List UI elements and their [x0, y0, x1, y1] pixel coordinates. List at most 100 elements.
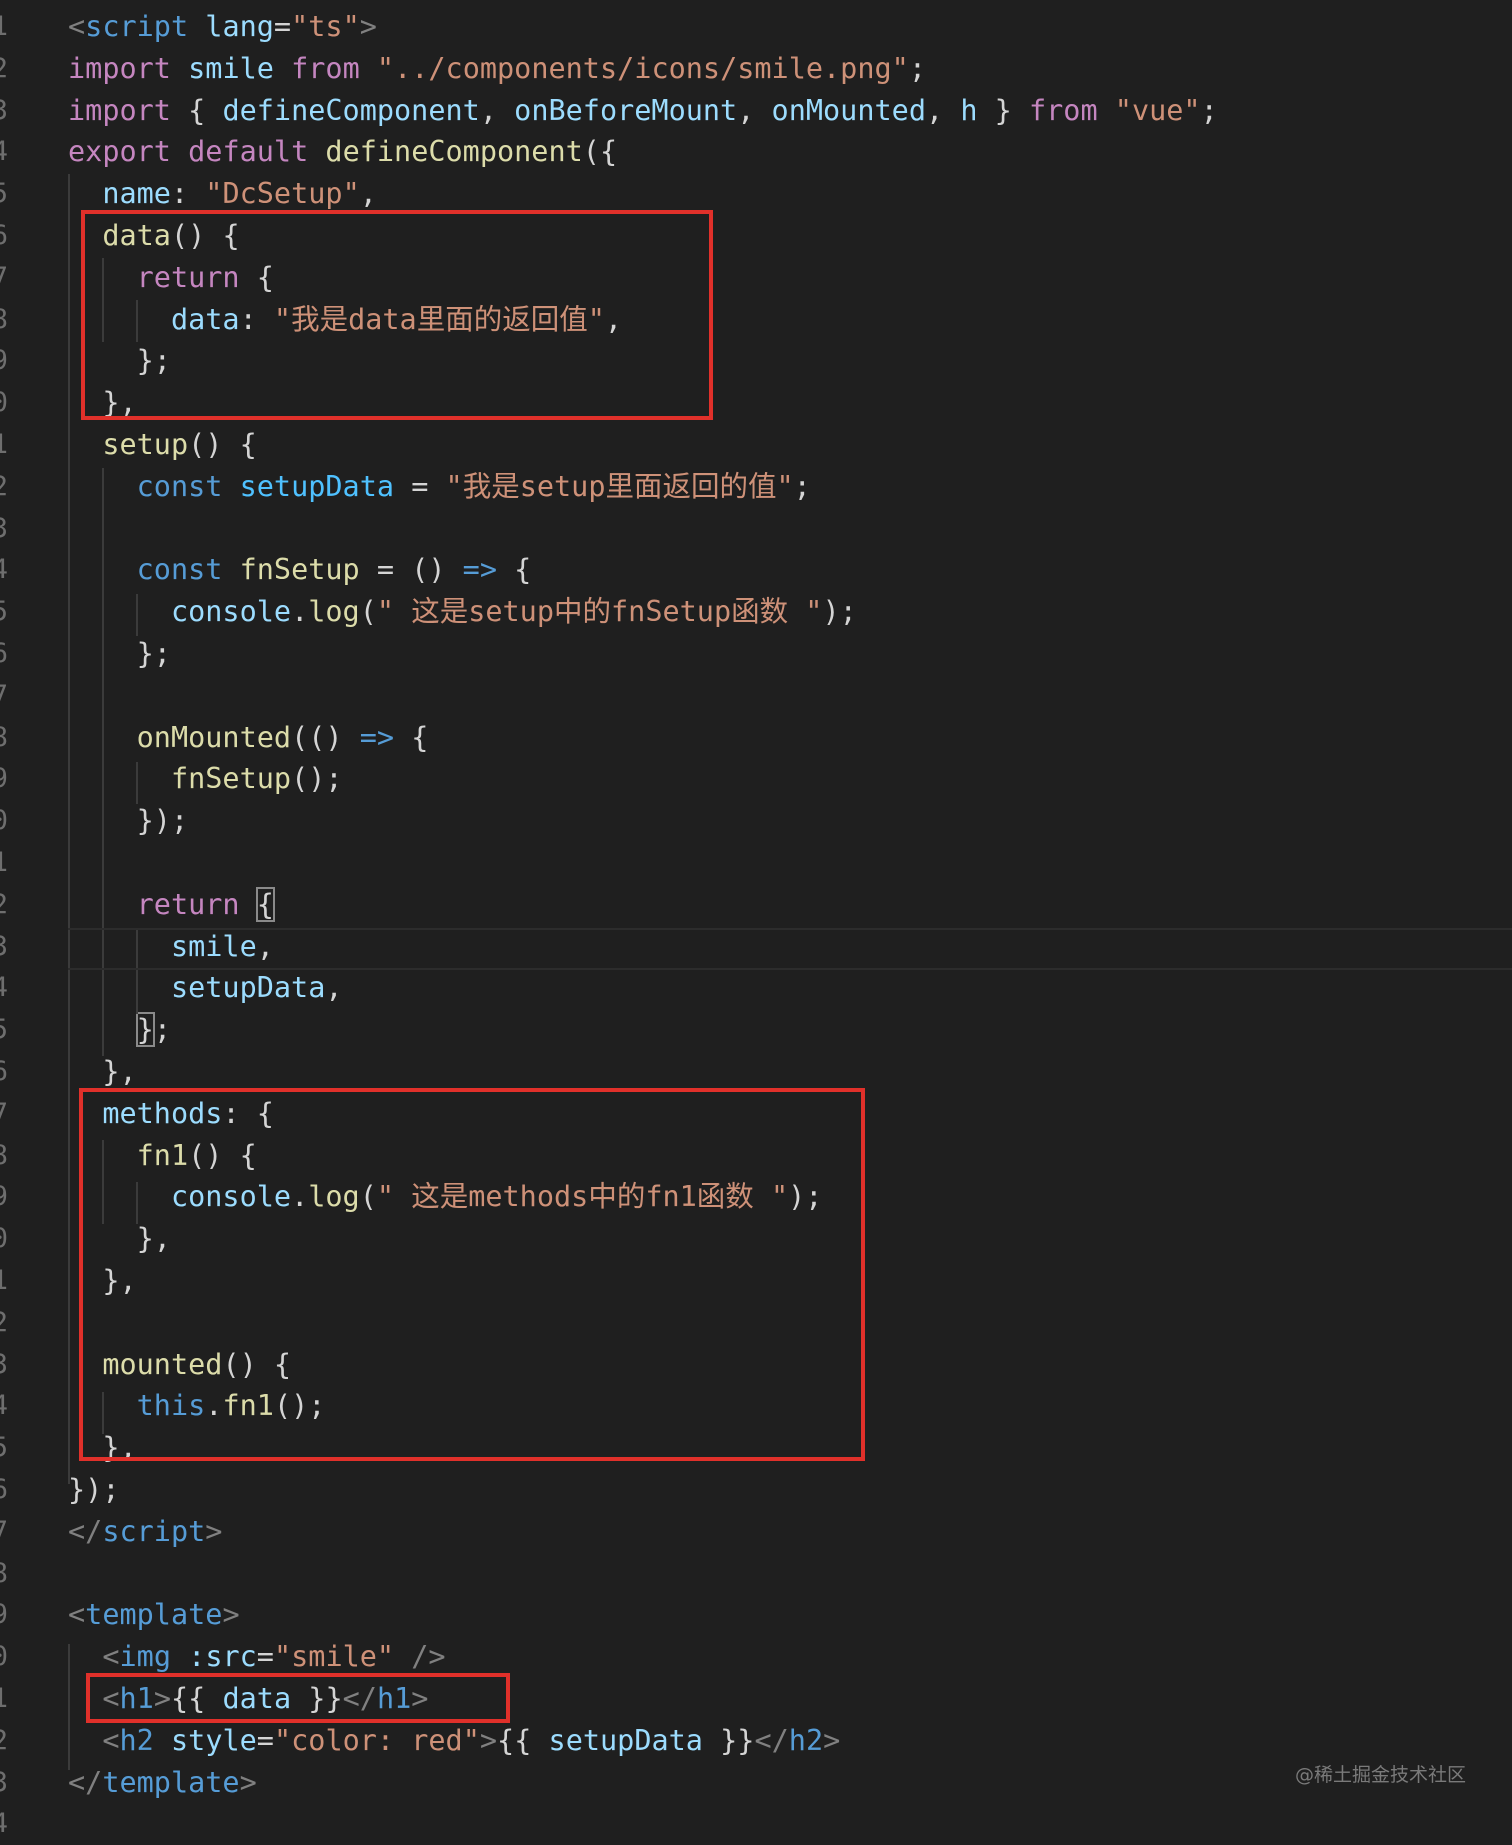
code-token: import [68, 93, 171, 127]
code-token: (() [291, 720, 360, 754]
code-editor[interactable]: 1234567890123456789012345678901234567890… [0, 0, 1512, 1839]
code-token: from [1028, 93, 1098, 127]
code-token: = [394, 469, 446, 503]
code-token: </ [754, 1723, 789, 1757]
code-token: > [222, 1598, 240, 1632]
code-line[interactable]: setupData, [68, 967, 343, 1009]
code-line[interactable]: <template> [68, 1594, 240, 1636]
code-token: setupData [239, 469, 395, 503]
line-number: 6 [0, 1469, 8, 1511]
line-number: 6 [0, 215, 8, 257]
line-number: 3 [0, 508, 8, 550]
code-line[interactable]: </template> [68, 1762, 257, 1804]
code-token: onMounted [136, 720, 292, 754]
code-token: "vue" [1114, 93, 1201, 127]
code-line[interactable]: onMounted(() => { [68, 717, 429, 759]
code-token: }); [68, 1473, 120, 1506]
code-token: , [737, 93, 772, 127]
code-token: fnSetup [170, 762, 292, 796]
code-token: { [497, 553, 532, 587]
line-number: 3 [0, 1344, 8, 1386]
code-token: < [68, 1598, 86, 1632]
code-token: = [256, 1723, 274, 1757]
code-line[interactable]: </script> [68, 1511, 222, 1553]
highlight-box-methods [79, 1088, 865, 1461]
code-line[interactable]: }; [68, 1009, 171, 1051]
code-token: defineComponent [222, 93, 480, 127]
line-number: 2 [0, 1720, 8, 1762]
code-token: "DcSetup" [205, 177, 360, 211]
line-number: 6 [0, 633, 8, 675]
code-token: { [170, 93, 223, 127]
code-line[interactable]: <img :src="smile" /> [68, 1636, 445, 1678]
line-number: 2 [0, 1302, 8, 1344]
line-number: 3 [0, 926, 8, 968]
code-token: template [85, 1598, 223, 1632]
code-line[interactable]: import { defineComponent, onBeforeMount,… [68, 90, 1218, 132]
code-token: > [205, 1514, 223, 1548]
code-token: :src [188, 1640, 257, 1674]
code-token: (); [291, 762, 343, 796]
code-line[interactable]: }, [68, 1051, 136, 1093]
code-token: ; [908, 51, 926, 85]
code-token: log [308, 595, 360, 629]
code-token: < [102, 1640, 120, 1674]
code-token: => [462, 553, 497, 587]
code-line[interactable]: }); [68, 800, 188, 842]
code-token: => [359, 720, 395, 754]
code-line[interactable]: }; [68, 633, 171, 675]
code-line[interactable]: return { [68, 884, 275, 926]
code-token: ; [793, 469, 811, 503]
code-token: : [170, 177, 206, 211]
code-line[interactable]: }); [68, 1469, 119, 1511]
code-line[interactable]: name: "DcSetup", [68, 173, 377, 215]
code-line[interactable]: console.log(" 这是setup中的fnSetup函数 "); [68, 591, 857, 633]
code-line[interactable]: setup() { [68, 424, 257, 466]
line-number: 4 [0, 549, 8, 591]
line-number: 7 [0, 675, 8, 717]
code-line[interactable]: export default defineComponent({ [68, 131, 617, 173]
line-number: 3 [0, 90, 8, 132]
code-line[interactable]: import smile from "../components/icons/s… [68, 48, 926, 90]
code-line[interactable]: const setupData = "我是setup里面返回的值"; [68, 466, 811, 508]
code-token: onMounted [771, 93, 926, 127]
code-token: , [325, 971, 343, 1005]
code-token: { [394, 720, 429, 754]
line-number: 1 [0, 6, 8, 48]
code-line[interactable]: <script lang="ts"> [68, 6, 377, 48]
code-token: const [136, 469, 223, 503]
line-number: 4 [0, 1803, 8, 1845]
code-token: defineComponent [325, 135, 583, 169]
code-token: () { [188, 428, 257, 461]
line-number: 7 [0, 257, 8, 299]
line-number: 0 [0, 382, 8, 424]
code-line[interactable]: const fnSetup = () => { [68, 549, 532, 591]
line-number: 1 [0, 424, 8, 466]
line-number: 5 [0, 1009, 8, 1051]
line-number: 4 [0, 1385, 8, 1427]
line-number: 9 [0, 340, 8, 382]
code-line[interactable]: <h2 style="color: red">{{ setupData }}</… [68, 1720, 840, 1762]
code-line[interactable]: fnSetup(); [68, 758, 343, 800]
code-token: > [239, 1765, 257, 1799]
code-token: ; [153, 1013, 171, 1047]
line-number: 0 [0, 800, 8, 842]
code-token: } [135, 1012, 155, 1048]
code-token: < [68, 10, 86, 43]
code-token: ; [1200, 93, 1218, 127]
line-number: 8 [0, 299, 8, 341]
code-token: , [359, 177, 377, 211]
code-token: const [136, 553, 223, 587]
line-number: 3 [0, 1762, 8, 1804]
code-token: </ [68, 1514, 103, 1548]
